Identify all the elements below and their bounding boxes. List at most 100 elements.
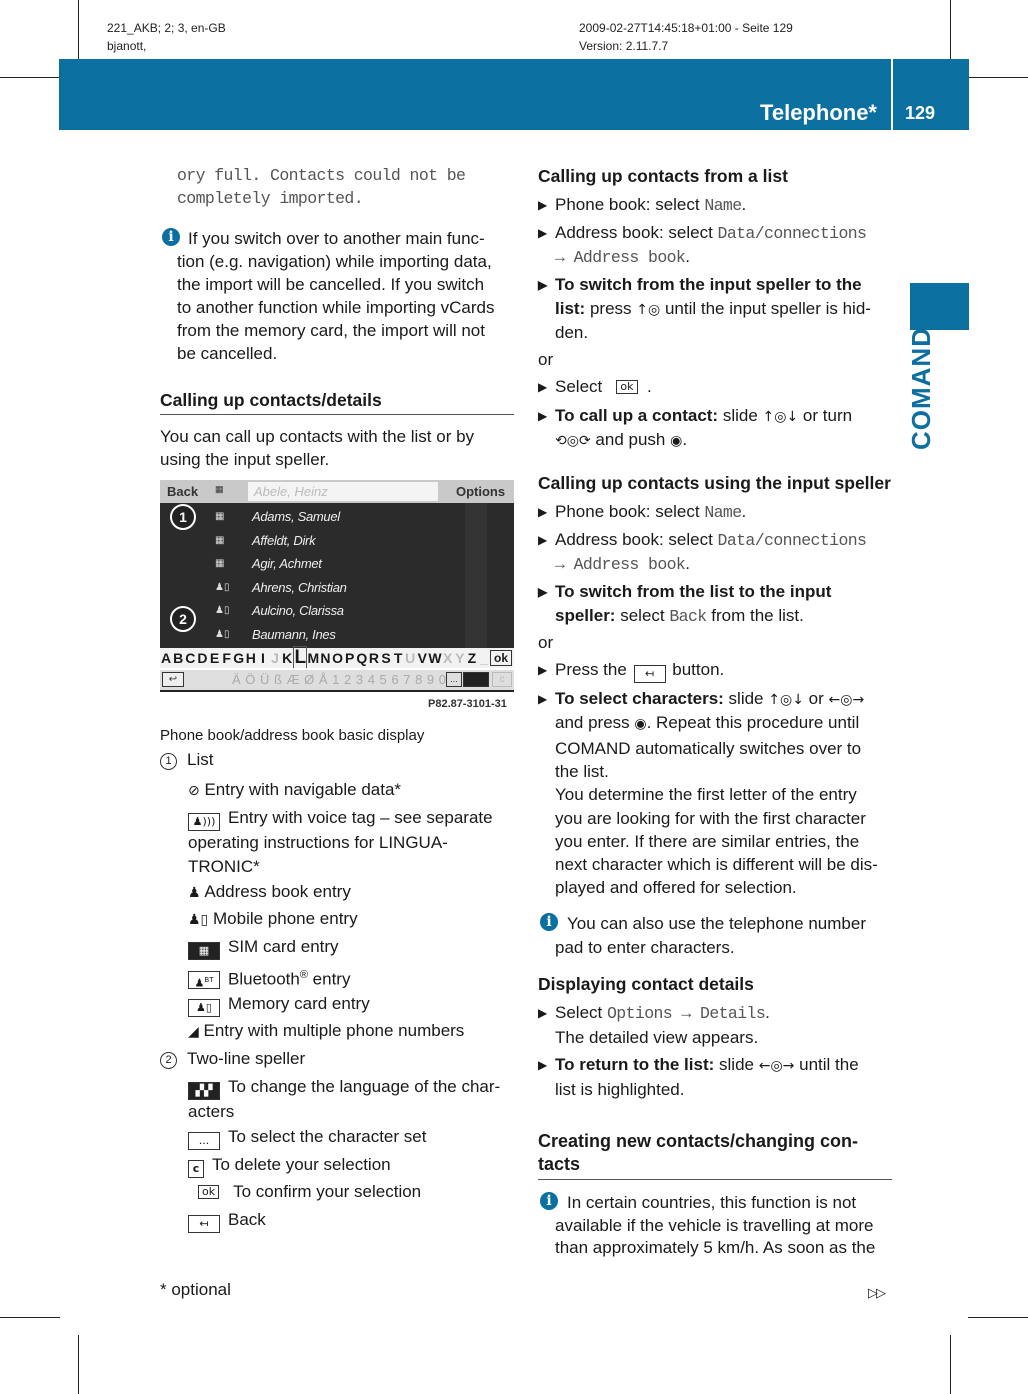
speller-letter[interactable]: M <box>307 650 320 666</box>
print-meta: 2009-02-27T14:45:18+01:00 - Seite 129 <box>579 21 793 35</box>
screen-contact-row[interactable]: Aulcino, Clarissa <box>252 603 344 618</box>
section-heading: Calling up contacts using the input spel… <box>538 473 891 493</box>
speller-letter[interactable]: B <box>172 650 184 666</box>
step: ▶ Address book: select Data/connections <box>538 223 867 243</box>
screen-special-row: ↩ Ä Ö Ü ß Æ Ø Å 1 2 3 4 5 6 7 8 9 0 ... … <box>160 670 514 692</box>
step: ▶ Press the ↤ button. <box>538 659 724 683</box>
memory-card-icon: ♟▯ <box>188 999 220 1017</box>
bullet-icon: ▶ <box>538 533 548 547</box>
speller-letter[interactable]: R <box>368 650 380 666</box>
section-title: Telephone* <box>760 100 877 125</box>
charset-key-icon: ... <box>188 1132 220 1150</box>
crop-mark <box>0 77 60 78</box>
info-note: In certain countries, this function is n… <box>555 1193 876 1257</box>
voice-tag-icon: ♟))) <box>188 813 220 831</box>
step: ▶ Phone book: select Name. <box>538 502 747 522</box>
legend-item: ♟BT Bluetooth® entry <box>188 964 350 991</box>
legend-item: ♟▯ Mobile phone entry <box>188 908 358 931</box>
legend-text: Entry with multiple phone numbers <box>203 1021 465 1040</box>
speller-letter[interactable]: K <box>281 650 293 666</box>
step: ▶ Phone book: select Name. <box>538 195 747 215</box>
legend-item: ▞▞ To change the language of the char- ac… <box>188 1075 518 1124</box>
step: ▶ To switch from the input speller to the <box>538 275 862 294</box>
legend-text: Entry with voice tag – see separate oper… <box>188 808 493 876</box>
legend-text: To confirm your selection <box>233 1182 422 1201</box>
screen-contact-row[interactable]: Baumann, Ines <box>252 627 336 642</box>
entry-type-icon: ▦ <box>215 511 225 522</box>
speller-letter[interactable]: O <box>332 650 344 666</box>
speller-ok[interactable]: ok <box>490 650 513 666</box>
speller-letter[interactable]: S <box>380 650 392 666</box>
speller-letter[interactable]: Z <box>466 650 478 666</box>
speller-letter[interactable]: T <box>392 650 404 666</box>
screen-charset-key: ... <box>446 672 462 687</box>
legend-text: To delete your selection <box>212 1155 391 1174</box>
legend-text: SIM card entry <box>228 937 339 956</box>
speller-letter[interactable]: F <box>221 650 233 666</box>
speller-letter[interactable]: C <box>184 650 196 666</box>
crop-mark <box>950 1335 951 1394</box>
speller-letter[interactable]: W <box>428 650 441 666</box>
legend-item: ♟ Address book entry <box>188 881 351 904</box>
speller-letter[interactable]: _ <box>478 650 490 666</box>
speller-letter[interactable]: L <box>293 646 308 668</box>
speller-letter[interactable]: I <box>257 650 269 666</box>
controller-push-icon: ◉ <box>634 716 647 732</box>
legend-item: ▦ SIM card entry <box>188 936 339 960</box>
header-divider <box>891 59 893 130</box>
legend-speller: 2 Two-line speller <box>160 1048 305 1070</box>
speller-letter[interactable]: Y <box>454 650 466 666</box>
display-message: ory full. Contacts could not be <box>177 166 466 185</box>
section-heading: Calling up contacts/details <box>160 390 382 410</box>
speller-letter[interactable]: D <box>196 650 208 666</box>
legend-item: c To delete your selection <box>188 1154 391 1178</box>
callout-1-icon: 1 <box>160 753 177 770</box>
speller-letter[interactable]: Q <box>356 650 368 666</box>
speller-letter[interactable]: X <box>442 650 454 666</box>
legend-item: ♟▯ Memory card entry <box>188 993 370 1017</box>
speller-letter[interactable]: P <box>344 650 356 666</box>
speller-letter[interactable]: A <box>160 650 172 666</box>
section-heading: Calling up contacts from a list <box>538 166 788 186</box>
print-meta: 221_AKB; 2; 3, en-GB <box>107 21 226 35</box>
controller-slide-updown-icon: ↑◎↓ <box>762 409 799 425</box>
bluetooth-icon: ♟BT <box>188 971 220 990</box>
heading-rule <box>538 1179 892 1180</box>
bullet-icon: ▶ <box>538 409 548 423</box>
screen-contact-row[interactable]: Ahrens, Christian <box>252 580 347 595</box>
step-cont: den. <box>555 323 589 342</box>
bullet-icon: ▶ <box>538 585 548 599</box>
entry-type-icon: ♟▯ <box>215 628 230 640</box>
speller-letter[interactable]: U <box>404 650 416 666</box>
delete-key-icon: c <box>188 1160 204 1178</box>
speller-letter[interactable]: N <box>319 650 331 666</box>
speller-letter[interactable]: V <box>416 650 428 666</box>
legend-item: ↤ Back <box>188 1209 266 1233</box>
intro-text: You can call up contacts with the list o… <box>160 427 475 469</box>
bullet-icon: ▶ <box>538 278 548 292</box>
callout-2: 2 <box>170 606 196 632</box>
bullet-icon: ▶ <box>538 380 548 394</box>
screen-contact-row[interactable]: Agir, Achmet <box>252 556 322 571</box>
screen-contact-row[interactable]: Affeldt, Dirk <box>252 533 316 548</box>
legend-item: ♟))) Entry with voice tag – see separate … <box>188 806 518 879</box>
screen-contact-row[interactable]: Adams, Samuel <box>252 509 340 524</box>
speller-letter[interactable]: E <box>208 650 220 666</box>
step: ▶ To select characters: slide ↑◎↓ or ←◎→ <box>538 688 864 711</box>
speller-letter[interactable]: J <box>269 650 281 666</box>
speller-letter[interactable]: G <box>233 650 245 666</box>
display-message: completely imported. <box>177 189 364 208</box>
bullet-icon: ▶ <box>538 505 548 519</box>
legend-text: Bluetooth <box>228 969 300 989</box>
controller-turn-icon: ⟲◎⟳ <box>555 433 591 449</box>
back-button-icon: ↤ <box>633 665 666 683</box>
legend-item: ... To select the character set <box>188 1126 426 1150</box>
legend-label: Two-line speller <box>187 1049 306 1068</box>
section-heading: Creating new contacts/changing con- tact… <box>538 1131 859 1174</box>
person-icon: ♟ <box>188 885 201 901</box>
bullet-icon: ▶ <box>538 663 548 677</box>
legend-text: Entry with navigable data* <box>204 780 402 799</box>
bullet-icon: ▶ <box>538 198 548 212</box>
screen-language-key <box>463 672 489 687</box>
speller-letter[interactable]: H <box>245 650 257 666</box>
